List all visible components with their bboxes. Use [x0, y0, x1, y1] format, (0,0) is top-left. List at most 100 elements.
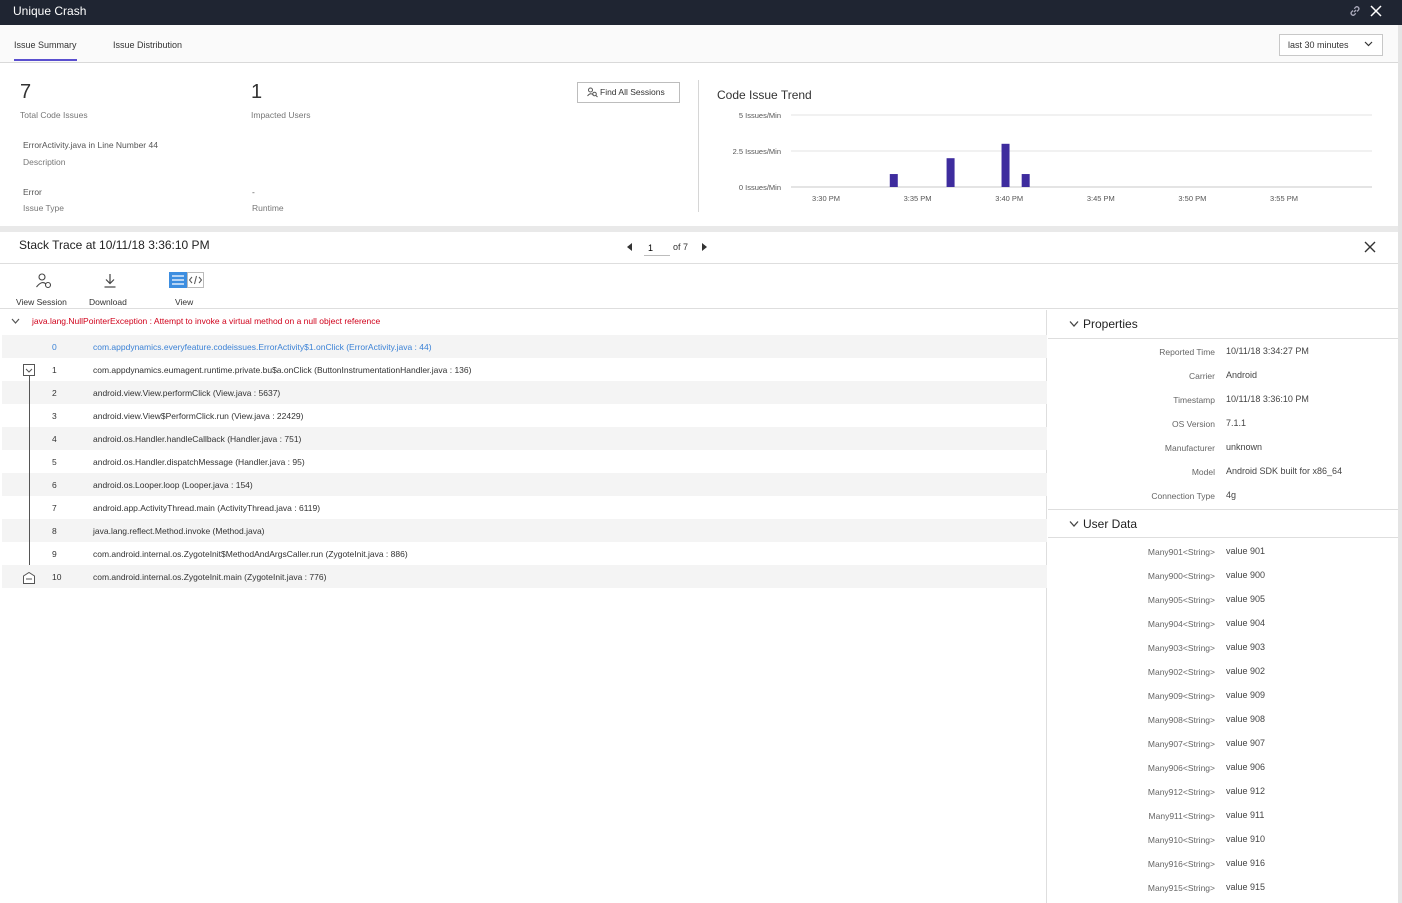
- user-data-key: Many900<String>: [1147, 571, 1215, 581]
- error-value: -: [252, 187, 255, 197]
- user-data-value: value 911: [1226, 810, 1265, 820]
- stack-frame[interactable]: 10 com.android.internal.os.ZygoteInit.ma…: [2, 565, 1047, 588]
- chart-y-tick-label: 2.5 Issues/Min: [733, 147, 781, 156]
- properties-header[interactable]: Properties: [1048, 310, 1398, 339]
- description-value: ErrorActivity.java in Line Number 44: [23, 140, 158, 150]
- user-data-row: Many910<String> value 910: [1048, 831, 1398, 851]
- user-data-key: Many904<String>: [1147, 619, 1215, 629]
- property-row: Timestamp 10/11/18 3:36:10 PM: [1048, 391, 1398, 411]
- impacted-users-label: Impacted Users: [251, 110, 311, 120]
- user-data-value: value 916: [1226, 858, 1266, 868]
- user-data-value: value 908: [1226, 714, 1266, 724]
- caret-left-icon[interactable]: [626, 242, 634, 252]
- chart-grid: [791, 114, 1372, 188]
- user-data-value: value 901: [1226, 546, 1266, 556]
- code-issue-trend-chart: 5 Issues/Min 2.5 Issues/Min 0 Issues/Min 3…: [733, 111, 1372, 203]
- stack-frame[interactable]: 3 android.view.View$PerformClick.run (Vi…: [2, 404, 1047, 427]
- stack-frame[interactable]: 2 android.view.View.performClick (View.j…: [2, 381, 1047, 404]
- chart-x-tick-label: 3:30 PM: [812, 194, 840, 203]
- user-data-row: Many900<String> value 900: [1048, 567, 1398, 587]
- stack-frame[interactable]: 4 android.os.Handler.handleCallback (Han…: [2, 427, 1047, 450]
- properties-title: Properties: [1083, 317, 1138, 331]
- chart-title: Code Issue Trend: [717, 88, 812, 102]
- property-value: 10/11/18 3:34:27 PM: [1226, 346, 1309, 356]
- property-value: Android: [1226, 370, 1258, 380]
- download-label: Download: [89, 297, 127, 307]
- user-data-value: value 909: [1226, 690, 1266, 700]
- time-range-select[interactable]: last 30 minutes: [1279, 34, 1383, 56]
- frame-text: android.os.Handler.handleCallback (Handl…: [93, 434, 302, 444]
- frame-text: android.os.Looper.loop (Looper.java : 15…: [93, 480, 253, 490]
- user-data-row: Many903<String> value 903: [1048, 639, 1398, 659]
- stack-frame[interactable]: 9 com.android.internal.os.ZygoteInit$Met…: [2, 542, 1047, 565]
- chevron-down-icon: [1069, 321, 1079, 327]
- user-data-value: value 903: [1226, 642, 1266, 652]
- chart-bars: [889, 143, 1030, 187]
- chart-x-labels: 3:30 PM 3:35 PM 3:40 PM 3:45 PM 3:50 PM 3:55 …: [812, 194, 1298, 203]
- property-row: Connection Type 4g: [1048, 487, 1398, 507]
- frame-index: 8: [52, 526, 57, 536]
- find-all-sessions-button[interactable]: Find All Sessions: [577, 82, 680, 103]
- description-label: Description: [23, 157, 66, 167]
- close-icon[interactable]: [1364, 241, 1376, 253]
- view-session-label: View Session: [16, 297, 67, 307]
- tab-issue-summary[interactable]: Issue Summary: [14, 40, 77, 61]
- chart-x-tick-label: 3:55 PM: [1270, 194, 1298, 203]
- chart-bar[interactable]: [946, 158, 955, 187]
- group-end-icon: [23, 572, 35, 584]
- user-data-row: Many908<String> value 908: [1048, 711, 1398, 731]
- user-data-header[interactable]: User Data: [1048, 509, 1398, 538]
- property-row: Reported Time 10/11/18 3:34:27 PM: [1048, 343, 1398, 363]
- user-data-value: value 900: [1226, 570, 1266, 580]
- frame-text: com.appdynamics.eumagent.runtime.private…: [93, 365, 472, 375]
- stack-frame[interactable]: 0 com.appdynamics.everyfeature.codeissue…: [2, 335, 1047, 358]
- chart-bar[interactable]: [889, 174, 898, 187]
- page-number-input[interactable]: [644, 240, 670, 256]
- pager: of 7: [620, 238, 720, 258]
- list-view-icon[interactable]: [169, 272, 187, 288]
- frame-index: 4: [52, 434, 57, 444]
- window-scrollbar-track[interactable]: [1398, 25, 1402, 903]
- stack-frame[interactable]: 1 com.appdynamics.eumagent.runtime.priva…: [2, 358, 1047, 381]
- code-view-icon[interactable]: [187, 272, 204, 288]
- property-key: OS Version: [1172, 419, 1215, 429]
- frame-index: 1: [52, 365, 57, 375]
- user-data-key: Many901<String>: [1147, 547, 1215, 557]
- property-value: Android SDK built for x86_64: [1226, 466, 1343, 476]
- frame-index: 0: [52, 342, 57, 352]
- user-data-key: Many915<String>: [1147, 883, 1215, 893]
- user-data-value: value 907: [1226, 738, 1266, 748]
- frame-text: android.view.View.performClick (View.jav…: [93, 388, 281, 398]
- caret-right-icon[interactable]: [700, 242, 708, 252]
- stack-frame[interactable]: 8 java.lang.reflect.Method.invoke (Metho…: [2, 519, 1047, 542]
- property-key: Connection Type: [1151, 491, 1215, 501]
- tab-issue-distribution[interactable]: Issue Distribution: [113, 40, 182, 50]
- stack-frame[interactable]: 5 android.os.Handler.dispatchMessage (Ha…: [2, 450, 1047, 473]
- total-code-issues-label: Total Code Issues: [20, 110, 88, 120]
- user-data-key: Many910<String>: [1147, 835, 1215, 845]
- chart-bar[interactable]: [1021, 174, 1030, 187]
- user-data-row: Many911<String> value 911: [1048, 807, 1398, 827]
- property-key: Manufacturer: [1164, 443, 1215, 453]
- frame-text: android.view.View$PerformClick.run (View…: [93, 411, 304, 421]
- chevron-down-icon[interactable]: [11, 318, 20, 325]
- stack-frame[interactable]: 7 android.app.ActivityThread.main (Activ…: [2, 496, 1047, 519]
- user-data-key: Many912<String>: [1147, 787, 1215, 797]
- property-value: unknown: [1226, 442, 1263, 452]
- collapse-group-icon[interactable]: [23, 364, 35, 376]
- details-side-panel: Properties Reported Time 10/11/18 3:34:2…: [1048, 310, 1398, 903]
- user-data-key: Many905<String>: [1147, 595, 1215, 605]
- exception-message: java.lang.NullPointerException : Attempt…: [32, 316, 381, 326]
- stack-frame[interactable]: 6 android.os.Looper.loop (Looper.java : …: [2, 473, 1047, 496]
- user-data-title: User Data: [1083, 517, 1138, 531]
- chevron-down-icon: [1069, 521, 1079, 527]
- stack-trace-toolbar: View Session Download View: [0, 265, 1398, 309]
- property-key: Timestamp: [1173, 395, 1215, 405]
- frame-index: 7: [52, 503, 57, 513]
- close-icon[interactable]: [1369, 4, 1383, 18]
- user-data-value: value 910: [1226, 834, 1266, 844]
- stack-frames-panel: java.lang.NullPointerException : Attempt…: [0, 310, 1047, 903]
- link-icon[interactable]: [1348, 4, 1362, 18]
- chart-bar[interactable]: [1001, 143, 1010, 187]
- user-data-row: Many906<String> value 906: [1048, 759, 1398, 779]
